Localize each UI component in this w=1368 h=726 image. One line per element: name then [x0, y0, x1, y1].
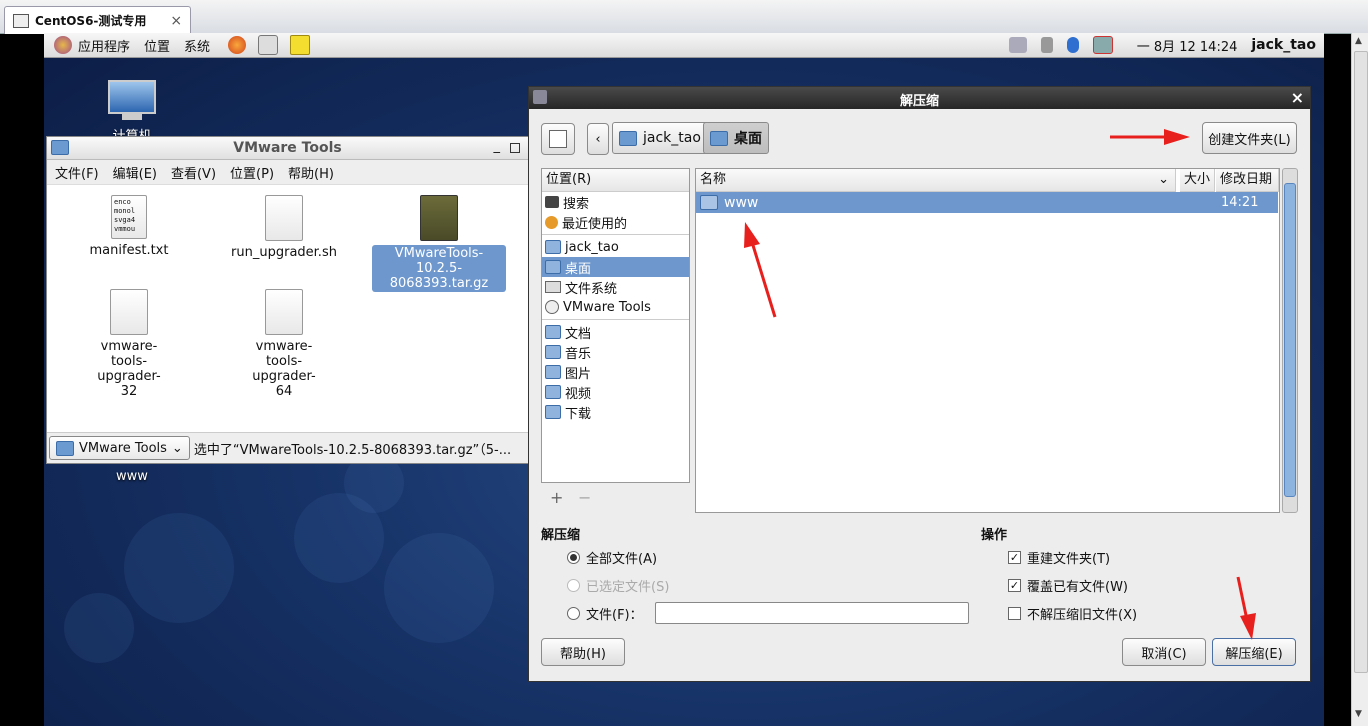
arrow-to-www-row	[744, 222, 777, 318]
arrow-to-create-folder	[1110, 129, 1190, 145]
arrow-to-extract-button	[1236, 576, 1256, 640]
annotation-arrows	[744, 129, 1256, 640]
